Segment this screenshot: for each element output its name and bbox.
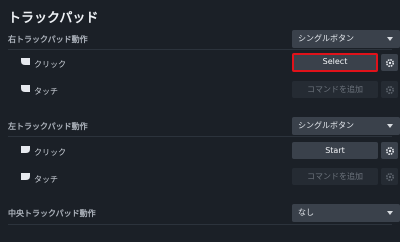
left-pad-click-label: クリック xyxy=(34,148,66,157)
right-pad-mode-value: シングルボタン xyxy=(298,34,354,43)
left-pad-click-settings-button[interactable] xyxy=(381,142,398,159)
section-divider xyxy=(8,136,392,137)
right-pad-click-label: クリック xyxy=(34,60,66,69)
center-pad-section-label: 中央トラックパッド動作 xyxy=(8,209,96,218)
left-trackpad-icon xyxy=(21,146,30,153)
right-pad-mode-dropdown[interactable]: シングルボタン xyxy=(292,30,400,48)
gear-icon xyxy=(385,146,394,155)
chevron-down-icon xyxy=(387,124,393,128)
right-pad-section-label: 右トラックパッド動作 xyxy=(8,35,88,44)
right-pad-touch-label: タッチ xyxy=(34,87,58,96)
chevron-down-icon xyxy=(387,37,393,41)
right-pad-click-settings-button[interactable] xyxy=(381,54,398,71)
gear-icon xyxy=(385,172,394,181)
gear-icon xyxy=(385,85,394,94)
left-pad-touch-add-command-button[interactable]: コマンドを追加 xyxy=(292,168,378,185)
center-pad-mode-dropdown[interactable]: なし xyxy=(292,204,400,222)
right-pad-touch-add-command-button[interactable]: コマンドを追加 xyxy=(292,81,378,98)
right-trackpad-icon xyxy=(21,58,30,65)
chevron-down-icon xyxy=(387,211,393,215)
left-pad-touch-settings-button[interactable] xyxy=(381,168,398,185)
gear-icon xyxy=(385,58,394,67)
section-divider xyxy=(8,49,392,50)
left-pad-click-binding-button[interactable]: Start xyxy=(292,142,378,159)
right-trackpad-icon xyxy=(21,85,30,92)
right-pad-click-binding-button[interactable]: Select xyxy=(292,53,378,72)
section-divider xyxy=(8,224,392,225)
page-title: トラックパッド xyxy=(8,11,99,26)
right-pad-touch-settings-button[interactable] xyxy=(381,81,398,98)
left-pad-mode-value: シングルボタン xyxy=(298,121,354,130)
left-pad-touch-label: タッチ xyxy=(34,175,58,184)
center-pad-mode-value: なし xyxy=(298,208,314,217)
left-pad-section-label: 左トラックパッド動作 xyxy=(8,122,88,131)
left-pad-mode-dropdown[interactable]: シングルボタン xyxy=(292,117,400,135)
left-trackpad-icon xyxy=(21,173,30,180)
